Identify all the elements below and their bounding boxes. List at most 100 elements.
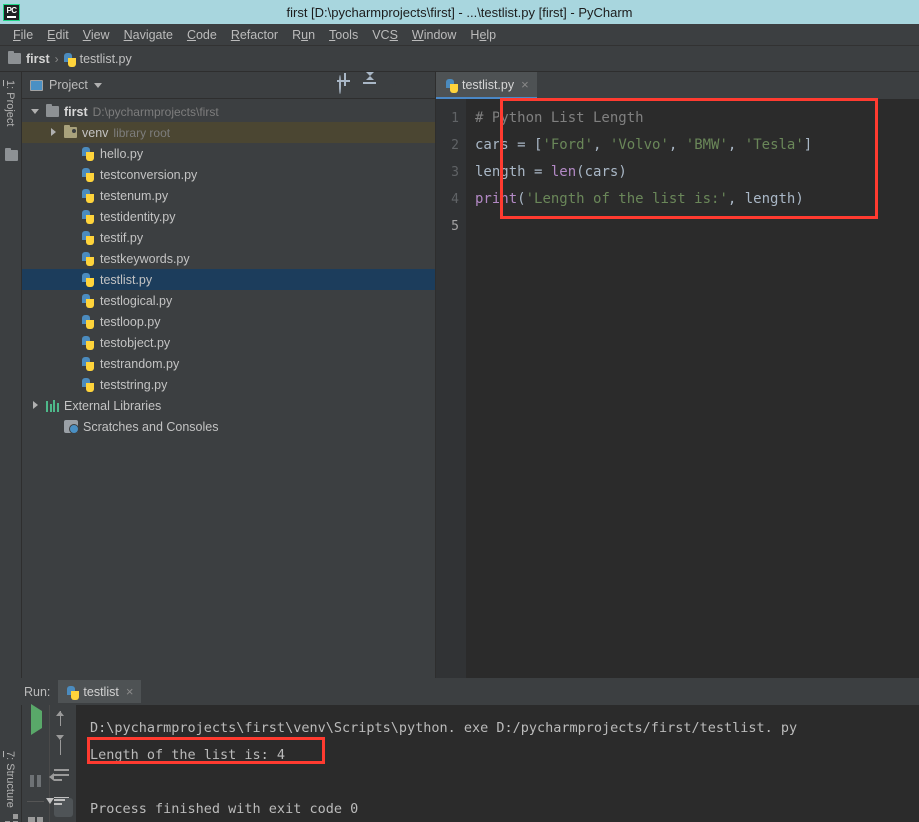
chevron-down-icon[interactable] xyxy=(30,106,41,117)
code-token-str: 'Ford' xyxy=(542,137,594,153)
tree-row[interactable]: testlist.py xyxy=(22,269,435,290)
menu-item-tools[interactable]: Tools xyxy=(322,26,365,44)
tree-row[interactable]: venv library root xyxy=(22,122,435,143)
python-file-icon xyxy=(63,52,76,67)
python-file-icon xyxy=(82,167,95,182)
menu-item-vcs[interactable]: VCS xyxy=(365,26,405,44)
run-toolbar-primary xyxy=(22,704,49,822)
layout-icon[interactable] xyxy=(26,813,45,822)
collapse-all-icon[interactable] xyxy=(363,72,381,94)
window-title: first [D:\pycharmprojects\first] - ...\t… xyxy=(286,4,633,20)
line-number: 2 xyxy=(451,138,459,153)
soft-wrap-icon[interactable] xyxy=(48,769,73,788)
run-tab-testlist[interactable]: testlist × xyxy=(58,680,142,703)
code-line: # Python List Length xyxy=(475,105,919,132)
tree-row-label: testloop.py xyxy=(100,314,161,329)
code-token-plain: length xyxy=(475,164,535,180)
code-token-punct: ( xyxy=(517,191,526,207)
line-number: 4 xyxy=(451,192,459,207)
tree-row[interactable]: first D:\pycharmprojects\first xyxy=(22,101,435,122)
menu-item-window[interactable]: Window xyxy=(405,26,463,44)
scroll-to-end-icon[interactable] xyxy=(45,796,73,817)
gear-icon[interactable] xyxy=(387,76,405,94)
menu-item-help[interactable]: Help xyxy=(463,26,503,44)
tree-row[interactable]: testrandom.py xyxy=(22,353,435,374)
chevron-right-icon[interactable] xyxy=(30,400,41,411)
locate-icon[interactable] xyxy=(339,75,357,94)
editor-left-border xyxy=(499,99,500,678)
folder-icon xyxy=(5,147,18,161)
pause-icon[interactable] xyxy=(26,771,45,790)
tree-row-label: testlist.py xyxy=(100,272,153,287)
tree-row[interactable]: testconversion.py xyxy=(22,164,435,185)
editor-right-pane xyxy=(879,99,919,678)
menu-item-navigate[interactable]: Navigate xyxy=(117,26,180,44)
stop-icon[interactable] xyxy=(26,741,45,760)
tree-twisty-placeholder xyxy=(66,253,77,264)
tree-twisty-placeholder xyxy=(66,148,77,159)
tree-row[interactable]: testif.py xyxy=(22,227,435,248)
tree-twisty-placeholder xyxy=(66,379,77,390)
code-text-area[interactable]: # Python List Length cars = ['Ford', 'Vol… xyxy=(466,99,919,678)
breadcrumb-item-file[interactable]: testlist.py xyxy=(63,52,132,67)
down-arrow-icon[interactable] xyxy=(54,735,73,759)
tree-row[interactable]: testlogical.py xyxy=(22,290,435,311)
breadcrumb-project-label: first xyxy=(26,51,50,66)
tree-row[interactable]: hello.py xyxy=(22,143,435,164)
tree-row[interactable]: testenum.py xyxy=(22,185,435,206)
tree-row[interactable]: Scratches and Consoles xyxy=(22,416,435,437)
up-arrow-icon[interactable] xyxy=(54,711,73,730)
menu-item-refactor[interactable]: Refactor xyxy=(224,26,285,44)
menu-item-run[interactable]: Run xyxy=(285,26,322,44)
tree-row[interactable]: testidentity.py xyxy=(22,206,435,227)
code-token-str: 'BMW' xyxy=(685,137,728,153)
python-file-icon xyxy=(82,230,95,245)
code-token-punct: , xyxy=(668,137,686,153)
code-line: cars = ['Ford', 'Volvo', 'BMW', 'Tesla'] xyxy=(475,132,919,159)
python-file-icon xyxy=(82,314,95,329)
tool-button-structure[interactable]: 7: Structure xyxy=(4,751,16,808)
tree-row[interactable]: testloop.py xyxy=(22,311,435,332)
tool-button-project[interactable]: 1: Project xyxy=(4,80,16,126)
code-token-punct: , xyxy=(727,137,745,153)
run-icon[interactable] xyxy=(26,704,45,735)
python-file-icon xyxy=(82,251,95,266)
python-file-icon xyxy=(446,78,458,93)
folder-icon xyxy=(8,50,21,64)
code-token-comment: # Python List Length xyxy=(475,110,644,126)
tree-row[interactable]: testobject.py xyxy=(22,332,435,353)
left-tool-strip: 1: Project xyxy=(0,72,22,678)
tree-row-label: External Libraries xyxy=(64,398,162,413)
tree-row[interactable]: testkeywords.py xyxy=(22,248,435,269)
menu-item-edit[interactable]: Edit xyxy=(40,26,76,44)
tree-row-label: testlogical.py xyxy=(100,293,173,308)
menu-item-view[interactable]: View xyxy=(76,26,117,44)
tree-twisty-placeholder xyxy=(66,190,77,201)
chevron-right-icon[interactable] xyxy=(48,127,59,138)
line-number: 1 xyxy=(451,111,459,126)
line-number: 3 xyxy=(451,165,459,180)
tree-row[interactable]: External Libraries xyxy=(22,395,435,416)
tree-row[interactable]: teststring.py xyxy=(22,374,435,395)
python-file-icon xyxy=(82,209,95,224)
breadcrumb-item-project[interactable]: first xyxy=(8,50,50,66)
tree-row-label: testif.py xyxy=(100,230,144,245)
run-tab-label: testlist xyxy=(83,684,119,699)
close-icon[interactable]: × xyxy=(126,684,134,699)
menu-item-code[interactable]: Code xyxy=(180,26,224,44)
console-line: D:\pycharmprojects\first\venv\Scripts\py… xyxy=(90,720,798,736)
console-output[interactable]: D:\pycharmprojects\first\venv\Scripts\py… xyxy=(76,705,919,822)
tree-twisty-placeholder xyxy=(66,211,77,222)
close-icon[interactable]: × xyxy=(521,77,529,92)
code-token-punct: = xyxy=(534,164,551,180)
tree-row-label: testconversion.py xyxy=(100,167,198,182)
project-file-tree[interactable]: first D:\pycharmprojects\first venv library… xyxy=(22,99,435,678)
chevron-down-icon[interactable] xyxy=(93,82,102,88)
minimize-icon[interactable] xyxy=(411,76,429,94)
toolbar-divider xyxy=(27,801,44,802)
tree-row-label: Scratches and Consoles xyxy=(83,419,219,434)
menu-item-file[interactable]: File xyxy=(6,26,40,44)
editor-tab-testlist[interactable]: testlist.py × xyxy=(436,72,537,99)
tree-twisty-placeholder xyxy=(66,232,77,243)
python-file-icon xyxy=(82,188,95,203)
